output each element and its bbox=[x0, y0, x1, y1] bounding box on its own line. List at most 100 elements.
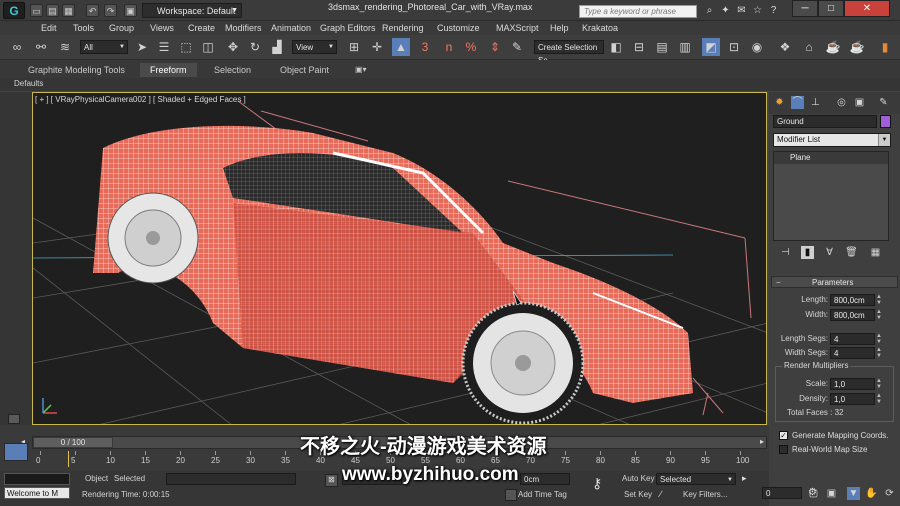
width-segs-spinner[interactable]: ▲ ▼ bbox=[876, 347, 882, 359]
undo-icon[interactable]: ↶ bbox=[86, 4, 99, 17]
selection-lock-icon[interactable]: ⊠ bbox=[325, 474, 338, 487]
show-end-result-icon[interactable]: ▮ bbox=[801, 246, 814, 259]
keyboard-shortcut-override-icon[interactable]: ▲ bbox=[392, 38, 410, 56]
pan-icon[interactable]: ✋ bbox=[865, 487, 878, 500]
create-tab-icon[interactable]: ✹ bbox=[773, 96, 786, 109]
tab-freeform[interactable]: Freeform bbox=[140, 63, 197, 77]
length-input[interactable]: 800,0cm bbox=[830, 294, 875, 306]
object-name-input[interactable]: Ground bbox=[773, 115, 877, 128]
modifier-list-dropdown[interactable]: Modifier List ▼ bbox=[773, 133, 891, 147]
open-file-icon[interactable]: ▤ bbox=[46, 4, 59, 17]
project-folder-icon[interactable]: ▣ bbox=[124, 4, 137, 17]
subscription-icon[interactable]: ✦ bbox=[719, 4, 732, 17]
density-spinner[interactable]: ▲ ▼ bbox=[876, 393, 882, 405]
motion-tab-icon[interactable]: ◎ bbox=[835, 96, 848, 109]
field-of-view-icon[interactable]: ▼ bbox=[847, 487, 860, 500]
material-editor-icon[interactable]: ◉ bbox=[748, 38, 766, 56]
menu-views[interactable]: Views bbox=[150, 21, 174, 35]
bind-spacewarp-icon[interactable]: ≋ bbox=[56, 38, 74, 56]
play-controls-icon[interactable]: ▸ bbox=[742, 473, 747, 484]
coordinate-bar[interactable] bbox=[166, 473, 296, 485]
object-color-swatch[interactable] bbox=[880, 115, 891, 128]
modify-tab-icon[interactable]: ⌒ bbox=[791, 96, 804, 109]
reference-coordinate-dropdown[interactable]: View ▼ bbox=[292, 40, 337, 54]
default-tangents-icon[interactable]: ∕ bbox=[660, 489, 662, 499]
menu-help[interactable]: Help bbox=[550, 21, 569, 35]
spinner-snap-icon[interactable]: ⇕ bbox=[486, 38, 504, 56]
select-manipulate-icon[interactable]: ✛ bbox=[368, 38, 386, 56]
render-setup-icon[interactable]: ❖ bbox=[776, 38, 794, 56]
add-time-tag-button[interactable]: Add Time Tag bbox=[518, 490, 567, 499]
zoom-extents-all-icon[interactable]: ▣ bbox=[825, 487, 838, 500]
auto-key-button[interactable]: Auto Key bbox=[622, 474, 654, 483]
menu-rendering[interactable]: Rendering bbox=[382, 21, 424, 35]
tab-graphite-modeling-tools[interactable]: Graphite Modeling Tools bbox=[28, 63, 125, 77]
key-icon[interactable]: ⚷ bbox=[592, 475, 602, 492]
rectangular-selection-icon[interactable]: ⬚ bbox=[177, 38, 195, 56]
menu-create[interactable]: Create bbox=[188, 21, 215, 35]
named-selection-set-dropdown[interactable]: Create Selection Se bbox=[534, 40, 604, 65]
generate-mapping-checkbox[interactable]: ✓ bbox=[779, 431, 788, 440]
make-unique-icon[interactable]: ∀ bbox=[823, 246, 836, 259]
workspace-dropdown[interactable]: Workspace: Default ▼ bbox=[142, 3, 242, 18]
utilities-tab-icon[interactable]: ✎ bbox=[877, 96, 890, 109]
new-file-icon[interactable]: ▭ bbox=[30, 4, 43, 17]
time-slider-thumb[interactable]: 0 / 100 bbox=[33, 437, 113, 448]
width-spinner[interactable]: ▲ ▼ bbox=[876, 309, 882, 321]
tab-selection[interactable]: Selection bbox=[214, 63, 251, 77]
curve-editor-icon[interactable]: ◩ bbox=[702, 38, 720, 56]
app-logo-icon[interactable]: G bbox=[3, 2, 25, 19]
help-icon[interactable]: ? bbox=[767, 4, 780, 17]
next-frame-icon[interactable]: ▸ bbox=[760, 437, 764, 446]
graphite-toggle-icon[interactable]: ▥ bbox=[676, 38, 694, 56]
layout-toggle-icon[interactable] bbox=[8, 414, 20, 424]
select-by-name-icon[interactable]: ☰ bbox=[155, 38, 173, 56]
edit-named-selection-icon[interactable]: ✎ bbox=[508, 38, 526, 56]
maxscript-mini-listener[interactable]: Welcome to M bbox=[4, 487, 70, 499]
key-mode-dropdown[interactable]: Selected ▼ bbox=[656, 473, 736, 485]
layer-manager-icon[interactable]: ▤ bbox=[653, 38, 671, 56]
save-icon[interactable]: ▦ bbox=[62, 4, 75, 17]
keyword-search-input[interactable]: Type a keyword or phrase bbox=[579, 5, 697, 18]
modifier-stack-item[interactable]: Plane bbox=[774, 152, 888, 164]
search-icon[interactable]: ⌕ bbox=[703, 4, 716, 17]
menu-modifiers[interactable]: Modifiers bbox=[225, 21, 262, 35]
remove-modifier-icon[interactable]: 🗑 bbox=[845, 246, 858, 259]
close-button[interactable]: ✕ bbox=[844, 0, 890, 17]
menu-animation[interactable]: Animation bbox=[271, 21, 311, 35]
favorites-icon[interactable]: ☆ bbox=[751, 4, 764, 17]
real-world-map-size-checkbox[interactable] bbox=[779, 445, 788, 454]
unlink-icon[interactable]: ⚯ bbox=[32, 38, 50, 56]
length-spinner[interactable]: ▲ ▼ bbox=[876, 294, 882, 306]
move-icon[interactable]: ✥ bbox=[224, 38, 242, 56]
pin-stack-icon[interactable]: ⊣ bbox=[779, 246, 792, 259]
selection-filter-dropdown[interactable]: All ▼ bbox=[80, 40, 128, 54]
length-segs-input[interactable]: 4 bbox=[830, 333, 875, 345]
maximize-button[interactable]: □ bbox=[818, 0, 844, 17]
mini-curve-editor-icon[interactable] bbox=[4, 443, 28, 461]
communication-icon[interactable]: ✉ bbox=[735, 4, 748, 17]
current-frame-input[interactable]: 0 bbox=[762, 487, 802, 499]
ribbon-options-icon[interactable]: ▣▾ bbox=[355, 63, 367, 77]
display-tab-icon[interactable]: ▣ bbox=[853, 96, 866, 109]
orbit-icon[interactable]: ⟳ bbox=[883, 487, 896, 500]
hierarchy-tab-icon[interactable]: ⊥ bbox=[809, 96, 822, 109]
scale-input[interactable]: 1,0 bbox=[830, 378, 875, 390]
camera-viewport[interactable]: [ + ] [ VRayPhysicalCamera002 ] [ Shaded… bbox=[32, 92, 767, 425]
configure-modifier-sets-icon[interactable]: ▦ bbox=[869, 246, 882, 259]
menu-customize[interactable]: Customize bbox=[437, 21, 480, 35]
maxscript-listener-top[interactable] bbox=[4, 473, 70, 485]
align-icon[interactable]: ⊟ bbox=[630, 38, 648, 56]
select-object-icon[interactable]: ➤ bbox=[133, 38, 151, 56]
key-filters-button[interactable]: Key Filters... bbox=[683, 490, 727, 499]
menu-edit[interactable]: Edit bbox=[41, 21, 57, 35]
set-key-button[interactable]: Set Key bbox=[624, 490, 652, 499]
pivot-center-icon[interactable]: ⊞ bbox=[345, 38, 363, 56]
render-iterative-icon[interactable]: ☕ bbox=[848, 38, 866, 56]
menu-krakatoa[interactable]: Krakatoa bbox=[582, 21, 618, 35]
snaps-toggle-icon[interactable]: 3 bbox=[416, 38, 434, 56]
density-input[interactable]: 1,0 bbox=[830, 393, 875, 405]
rendered-frame-window-icon[interactable]: ⌂ bbox=[800, 38, 818, 56]
scale-icon[interactable]: ▟ bbox=[268, 38, 286, 56]
width-input[interactable]: 800,0cm bbox=[830, 309, 875, 321]
